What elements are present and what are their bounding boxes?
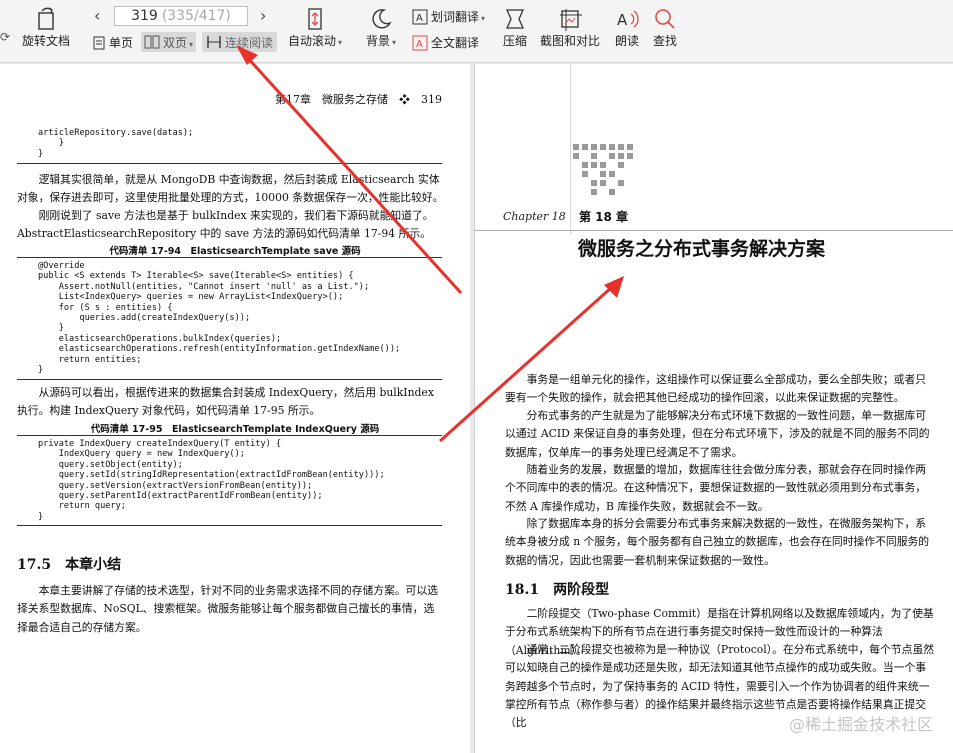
section-heading: 18.1 两阶段型 bbox=[505, 582, 610, 598]
full-translate-icon: A bbox=[412, 35, 428, 50]
paragraph: 从源码可以看出，根据传进来的数据集合封装成 IndexQuery，然后用 bul… bbox=[17, 386, 434, 418]
full-translate-button[interactable]: A 全文翻译 bbox=[412, 34, 479, 51]
chapter-number: 第 18 章 bbox=[579, 210, 629, 224]
paragraph: 本章主要讲解了存储的技术选型，针对不同的业务需求选择不同的存储方案。可以选择关系… bbox=[17, 584, 439, 634]
rotate-icon bbox=[38, 7, 54, 30]
code-caption: 代码清单 17-95 ElasticsearchTemplate IndexQu… bbox=[90, 424, 380, 435]
auto-scroll-button[interactable]: 自动滚动 bbox=[288, 6, 342, 49]
full-translate-label: 全文翻译 bbox=[431, 36, 480, 50]
page-number-input[interactable]: 319 (335/417) bbox=[114, 6, 248, 26]
watermark: @稀土掘金技术社区 bbox=[788, 715, 933, 734]
screenshot-compare-button[interactable]: 截图和对比 bbox=[540, 6, 600, 49]
page-total: (335/417) bbox=[161, 8, 231, 24]
code-rule bbox=[17, 257, 442, 258]
word-translate-button[interactable]: A 划词翻译 bbox=[412, 8, 485, 25]
right-page: Chapter 18 第 18 章 微服务之分布式事务解决方案 事务是一组单元化… bbox=[474, 64, 953, 753]
paragraph: 刚刚说到了 save 方法也是基于 bulkIndex 来实现的，我们看下源码就… bbox=[17, 209, 434, 241]
page-current: 319 bbox=[131, 8, 158, 24]
chapter-title: 微服务之分布式事务解决方案 bbox=[578, 238, 826, 260]
paragraph: 事务是一组单元化的操作，这组操作可以保证要么全部成功，要么全部失败；或者只要有一… bbox=[505, 373, 927, 405]
left-page: 第17章 微服务之存储 ❖ 319 articleRepository.save… bbox=[0, 64, 470, 753]
chapter-script: Chapter 18 bbox=[503, 210, 566, 223]
search-button[interactable]: 查找 bbox=[652, 6, 678, 49]
code-snippet-save: articleRepository.save(datas); } } bbox=[38, 128, 194, 159]
svg-text:A: A bbox=[617, 11, 628, 29]
page-header: 第17章 微服务之存储 ❖ 319 bbox=[275, 93, 442, 106]
compress-label: 压缩 bbox=[502, 34, 527, 48]
toolbar: ⟳ 旋转文档 ‹ 319 (335/417) › 单页 双页 连续阅读 自动滚动… bbox=[0, 0, 953, 63]
rotate-document-label: 旋转文档 bbox=[22, 34, 71, 48]
code-caption: 代码清单 17-94 ElasticsearchTemplate save 源码 bbox=[109, 246, 361, 257]
read-aloud-label: 朗读 bbox=[614, 34, 639, 48]
svg-text:A: A bbox=[416, 13, 423, 24]
partial-refresh-icon[interactable]: ⟳ bbox=[0, 30, 10, 44]
background-button[interactable]: 背景 bbox=[366, 6, 396, 49]
search-label: 查找 bbox=[652, 34, 677, 48]
continuous-read-label: 连续阅读 bbox=[225, 35, 274, 50]
single-page-button[interactable]: 单页 bbox=[92, 34, 133, 51]
prev-page-button[interactable]: ‹ bbox=[94, 6, 100, 25]
single-page-icon bbox=[93, 36, 105, 49]
paragraph: 分布式事务的产生就是为了能够解决分布式环境下数据的一致性问题，单一数据库可以通过… bbox=[505, 409, 930, 459]
compress-button[interactable]: 压缩 bbox=[502, 6, 528, 49]
double-page-label: 双页 bbox=[163, 34, 193, 51]
code-rule bbox=[17, 525, 442, 526]
auto-scroll-label: 自动滚动 bbox=[288, 32, 342, 49]
code-rule bbox=[17, 435, 442, 436]
screenshot-icon bbox=[560, 9, 582, 31]
search-icon bbox=[655, 9, 675, 29]
next-page-button[interactable]: › bbox=[260, 6, 266, 25]
single-page-label: 单页 bbox=[109, 36, 134, 50]
code-listing-17-94: @Override public <S extends T> Iterable<… bbox=[38, 261, 401, 376]
code-rule bbox=[17, 379, 442, 380]
auto-scroll-icon bbox=[308, 8, 322, 30]
continuous-read-button[interactable]: 连续阅读 bbox=[202, 32, 278, 52]
compress-icon bbox=[505, 9, 525, 29]
rotate-document-button[interactable]: 旋转文档 bbox=[22, 6, 70, 49]
svg-text:A: A bbox=[416, 39, 423, 50]
double-page-icon bbox=[144, 35, 160, 49]
code-listing-17-95: private IndexQuery createIndexQuery(T en… bbox=[38, 439, 385, 522]
word-translate-label: 划词翻译 bbox=[431, 8, 485, 25]
moon-icon bbox=[372, 9, 392, 29]
read-aloud-button[interactable]: A 朗读 bbox=[614, 6, 640, 49]
continuous-read-icon bbox=[207, 36, 221, 48]
section-heading: 17.5 本章小结 bbox=[17, 557, 122, 573]
translate-icon: A bbox=[412, 9, 428, 24]
code-rule bbox=[17, 163, 442, 164]
chapter-rule bbox=[475, 230, 953, 231]
read-aloud-icon: A bbox=[617, 10, 639, 29]
screenshot-compare-label: 截图和对比 bbox=[540, 34, 601, 48]
background-label: 背景 bbox=[366, 32, 396, 49]
double-page-button[interactable]: 双页 bbox=[141, 32, 197, 52]
paragraph: 随着业务的发展，数据量的增加，数据库往往会做分库分表，那就会存在同时操作两个不同… bbox=[505, 463, 927, 513]
paragraph: 除了数据库本身的拆分会需要分布式事务来解决数据的一致性，在微服务架构下，系统本身… bbox=[505, 517, 930, 567]
paragraph: 逻辑其实很简单，就是从 MongoDB 中查询数据，然后封装成 Elastics… bbox=[17, 173, 444, 205]
